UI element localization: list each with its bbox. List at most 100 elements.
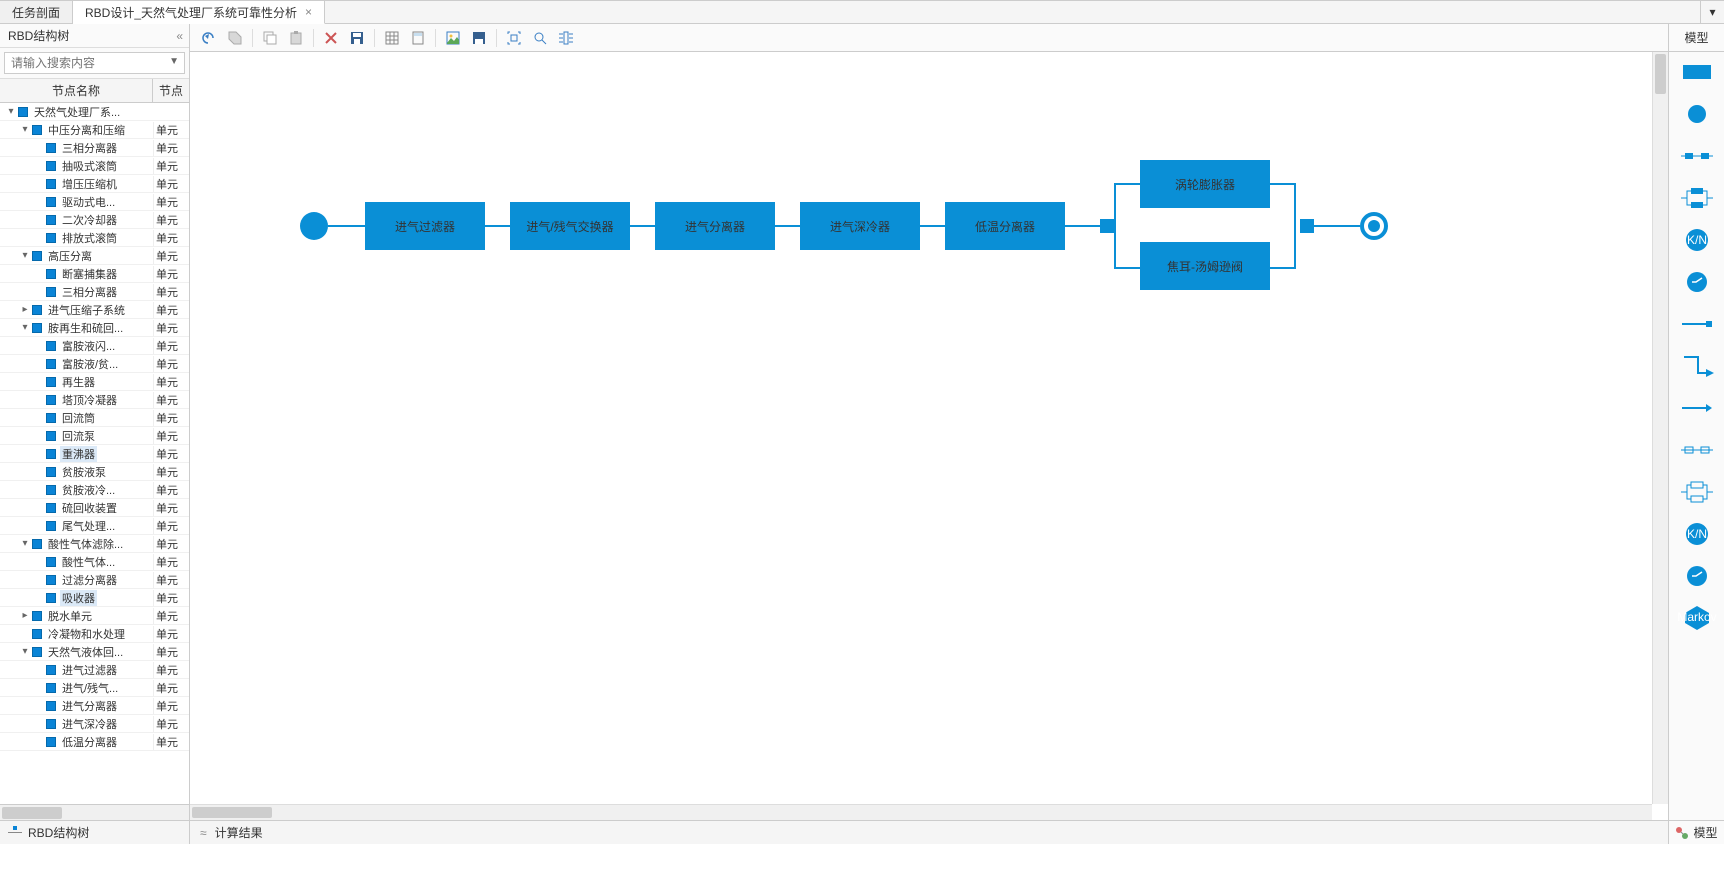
start-node[interactable] [300, 212, 328, 240]
tree-row[interactable]: 酸性气体...单元 [0, 553, 189, 571]
zoom-button[interactable] [529, 27, 551, 49]
palette-kn2-icon[interactable]: K/N [1683, 524, 1711, 544]
palette-parallel2-icon[interactable] [1683, 482, 1711, 502]
block-chiller[interactable]: 进气深冷器 [800, 202, 920, 250]
grid-button[interactable] [381, 27, 403, 49]
tab-task-profile[interactable]: 任务剖面 [0, 0, 73, 23]
tree[interactable]: ▾天然气处理厂系...▾中压分离和压缩单元三相分离器单元抽吸式滚筒单元增压压缩机… [0, 103, 189, 804]
tree-row[interactable]: 硫回收装置单元 [0, 499, 189, 517]
copy-button[interactable] [259, 27, 281, 49]
expand-icon[interactable]: ≈ [200, 826, 207, 840]
block-exchanger[interactable]: 进气/残气交换器 [510, 202, 630, 250]
tree-row[interactable]: ▸进气压缩子系统单元 [0, 301, 189, 319]
tree-row[interactable]: 进气分离器单元 [0, 697, 189, 715]
diagram-canvas[interactable]: 进气过滤器 进气/残气交换器 进气分离器 进气深冷器 低温分离器 涡轮膨胀器 焦… [190, 52, 1668, 820]
tabs-dropdown[interactable]: ▾ [1700, 0, 1724, 23]
paste-button[interactable] [285, 27, 307, 49]
tree-row[interactable]: 抽吸式滚筒单元 [0, 157, 189, 175]
delete-button[interactable] [320, 27, 342, 49]
save-image-button[interactable] [468, 27, 490, 49]
tree-row[interactable]: 进气深冷器单元 [0, 715, 189, 733]
tree-row[interactable]: 二次冷却器单元 [0, 211, 189, 229]
tree-row[interactable]: 过滤分离器单元 [0, 571, 189, 589]
block-turbo-expander[interactable]: 涡轮膨胀器 [1140, 160, 1270, 208]
canvas-v-scrollbar[interactable] [1652, 52, 1668, 804]
close-tab-icon[interactable]: × [305, 5, 312, 19]
end-node[interactable] [1360, 212, 1388, 240]
palette-arrow-icon[interactable] [1683, 398, 1711, 418]
palette-switch2-icon[interactable] [1683, 566, 1711, 586]
palette-markov-icon[interactable]: Markov [1683, 608, 1711, 628]
palette-circle-icon[interactable] [1683, 104, 1711, 124]
sidebar-h-scrollbar[interactable] [0, 804, 189, 820]
tree-row[interactable]: 回流筒单元 [0, 409, 189, 427]
palette-switch-icon[interactable] [1683, 272, 1711, 292]
tree-row[interactable]: 尾气处理...单元 [0, 517, 189, 535]
tree-row[interactable]: 富胺液/贫...单元 [0, 355, 189, 373]
palette-line-icon[interactable] [1683, 314, 1711, 334]
col-node-type[interactable]: 节点 [153, 79, 189, 102]
palette-footer-tab[interactable]: 模型 [1669, 820, 1724, 844]
expand-icon[interactable]: ▸ [20, 610, 30, 621]
tree-row[interactable]: 富胺液闪...单元 [0, 337, 189, 355]
tree-row[interactable]: 驱动式电...单元 [0, 193, 189, 211]
tree-row[interactable]: 再生器单元 [0, 373, 189, 391]
expand-icon[interactable]: ▾ [20, 124, 30, 135]
tree-row[interactable]: ▾酸性气体滤除...单元 [0, 535, 189, 553]
tree-row[interactable]: 三相分离器单元 [0, 139, 189, 157]
block-separator[interactable]: 进气分离器 [655, 202, 775, 250]
tree-row[interactable]: ▾胺再生和硫回...单元 [0, 319, 189, 337]
tree-row[interactable]: ▾天然气液体回...单元 [0, 643, 189, 661]
expand-icon[interactable]: ▾ [20, 250, 30, 261]
sidebar-collapse-icon[interactable]: « [176, 29, 181, 43]
search-input[interactable] [4, 52, 185, 74]
expand-icon[interactable]: ▾ [20, 322, 30, 333]
align-button[interactable] [555, 27, 577, 49]
fit-button[interactable] [503, 27, 525, 49]
palette-elbow-icon[interactable] [1683, 356, 1711, 376]
expand-icon[interactable]: ▾ [20, 646, 30, 657]
tree-row[interactable]: ▾中压分离和压缩单元 [0, 121, 189, 139]
sidebar-footer-tab[interactable]: RBD结构树 [0, 820, 189, 844]
tree-row[interactable]: ▸脱水单元单元 [0, 607, 189, 625]
tree-row[interactable]: ▾天然气处理厂系... [0, 103, 189, 121]
tree-row[interactable]: 低温分离器单元 [0, 733, 189, 751]
block-lt-separator[interactable]: 低温分离器 [945, 202, 1065, 250]
block-inlet-filter[interactable]: 进气过滤器 [365, 202, 485, 250]
search-dropdown-icon[interactable]: ▼ [169, 56, 179, 67]
tree-row[interactable]: 贫胺液冷...单元 [0, 481, 189, 499]
palette-parallel-icon[interactable] [1683, 188, 1711, 208]
parallel-join[interactable] [1300, 219, 1314, 233]
tree-row[interactable]: 贫胺液泵单元 [0, 463, 189, 481]
expand-icon[interactable]: ▾ [6, 106, 16, 117]
undo-button[interactable] [198, 27, 220, 49]
save-button[interactable] [346, 27, 368, 49]
tree-row[interactable]: 进气/残气...单元 [0, 679, 189, 697]
canvas-h-scrollbar[interactable] [190, 804, 1652, 820]
bottom-panel-tab[interactable]: ≈ 计算结果 [190, 820, 1668, 844]
tree-row[interactable]: 重沸器单元 [0, 445, 189, 463]
parallel-split[interactable] [1100, 219, 1114, 233]
palette-kn-icon[interactable]: K/N [1683, 230, 1711, 250]
tree-row[interactable]: 进气过滤器单元 [0, 661, 189, 679]
tree-row[interactable]: 回流泵单元 [0, 427, 189, 445]
tree-row[interactable]: 吸收器单元 [0, 589, 189, 607]
palette-series2-icon[interactable] [1683, 440, 1711, 460]
tree-row[interactable]: ▾高压分离单元 [0, 247, 189, 265]
palette-series-icon[interactable] [1683, 146, 1711, 166]
tree-row[interactable]: 断塞捕集器单元 [0, 265, 189, 283]
tree-row[interactable]: 三相分离器单元 [0, 283, 189, 301]
tree-row[interactable]: 塔顶冷凝器单元 [0, 391, 189, 409]
block-jt-valve[interactable]: 焦耳-汤姆逊阀 [1140, 242, 1270, 290]
palette-block-icon[interactable] [1683, 62, 1711, 82]
tree-row[interactable]: 冷凝物和水处理单元 [0, 625, 189, 643]
expand-icon[interactable]: ▾ [20, 538, 30, 549]
tab-rbd-design[interactable]: RBD设计_天然气处理厂系统可靠性分析× [73, 0, 325, 24]
tree-row[interactable]: 排放式滚筒单元 [0, 229, 189, 247]
calc-button[interactable] [407, 27, 429, 49]
image-button[interactable] [442, 27, 464, 49]
tag-button[interactable] [224, 27, 246, 49]
tree-row[interactable]: 增压压缩机单元 [0, 175, 189, 193]
col-node-name[interactable]: 节点名称 [0, 79, 153, 102]
expand-icon[interactable]: ▸ [20, 304, 30, 315]
